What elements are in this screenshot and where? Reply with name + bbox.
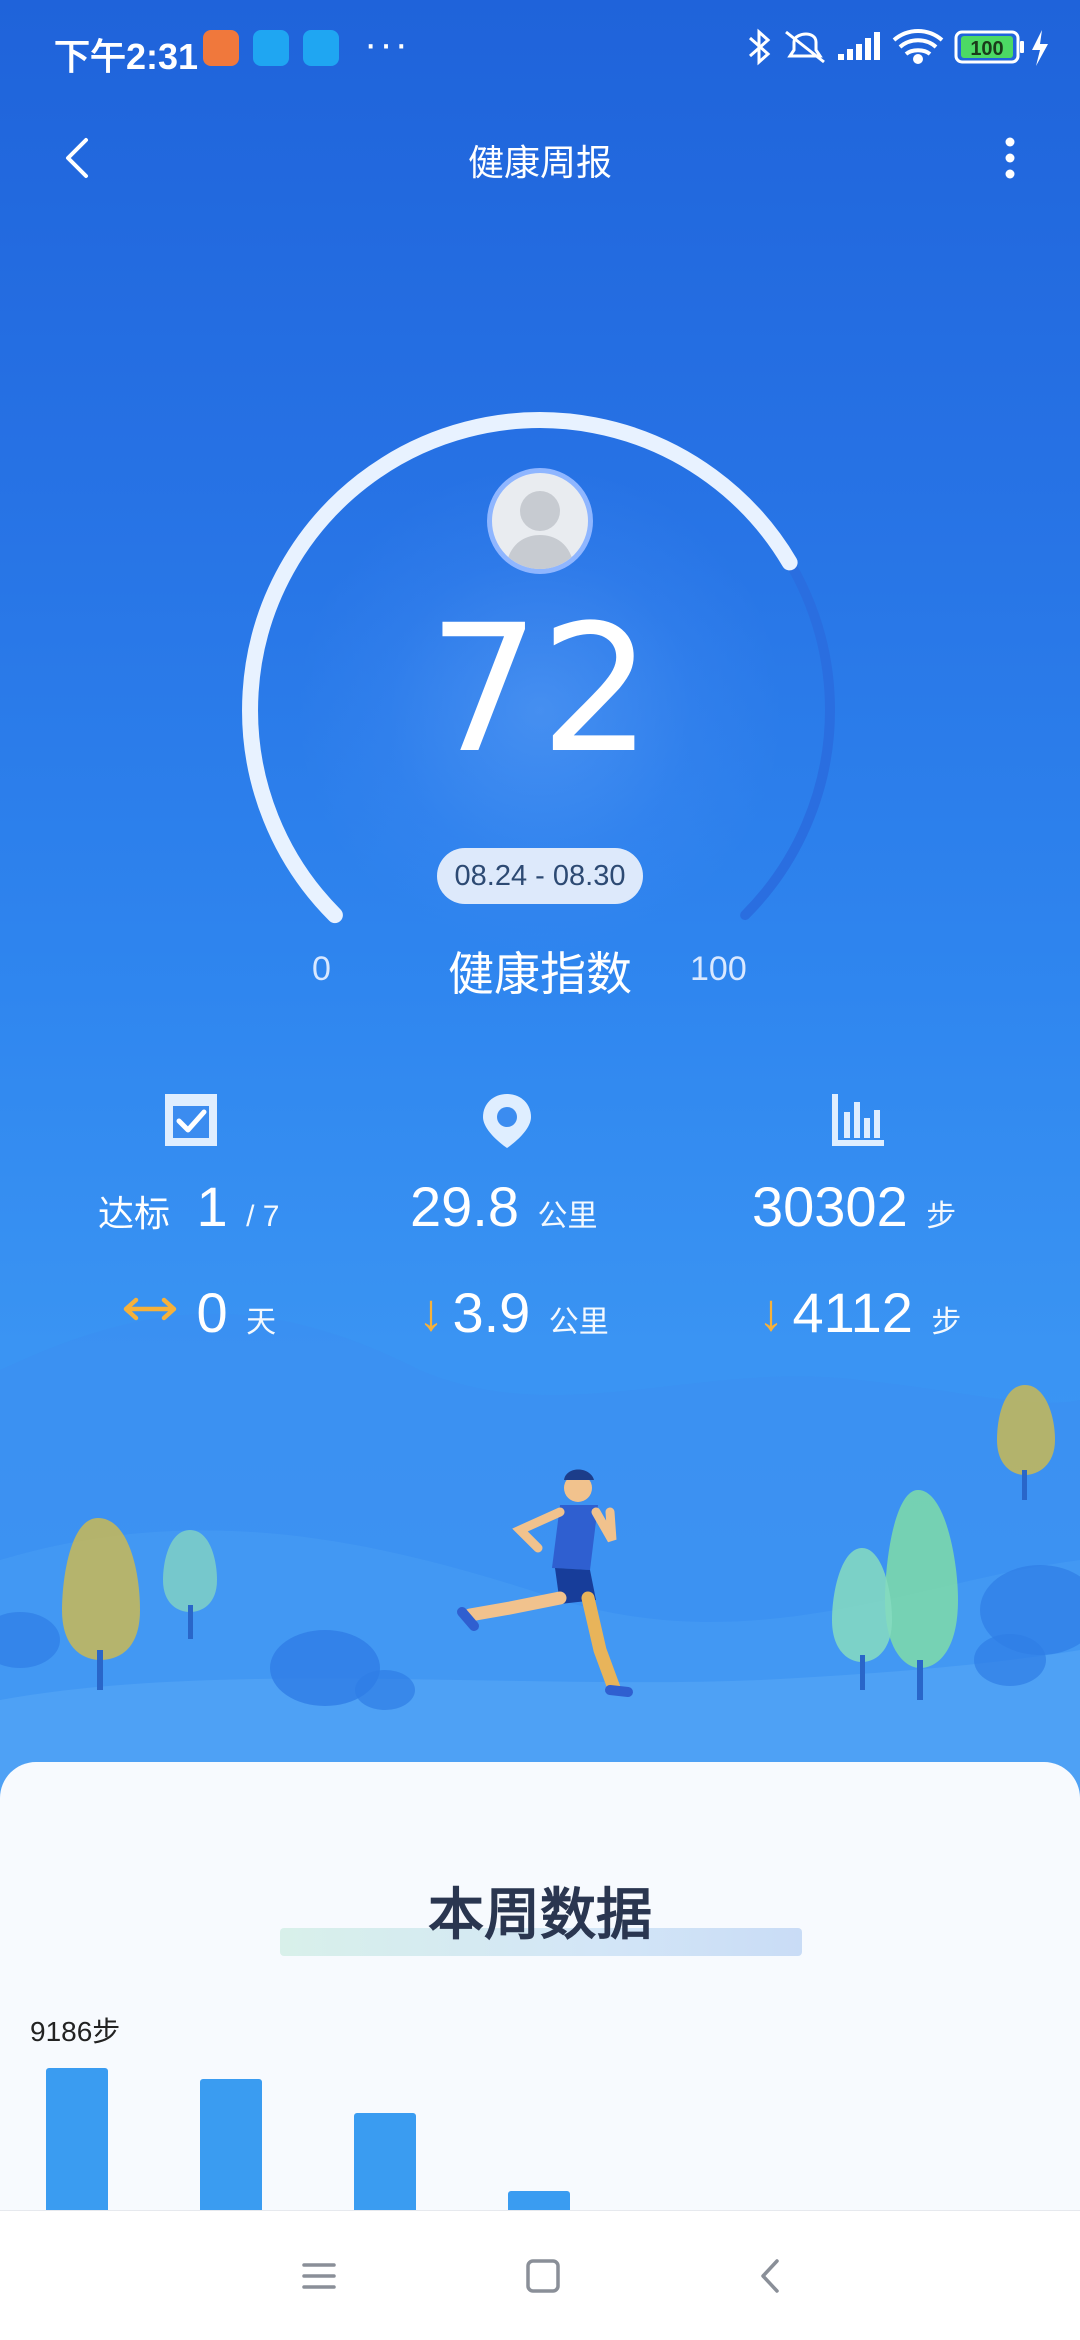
distance-change-stat: ↓ 3.9 公里 [418,1280,609,1345]
streak-value: 0 [196,1281,228,1344]
wifi-icon [892,29,944,64]
distance-change-unit: 公里 [548,1306,609,1339]
steps-value: 30302 [752,1175,908,1238]
bar-chart-icon [832,1094,884,1146]
checkbox-icon [165,1094,217,1146]
user-placeholder-icon [506,491,574,569]
goal-label: 达标 [98,1193,171,1234]
distance-stat: 29.8 公里 [410,1174,597,1239]
weekly-bar[interactable] [46,2068,108,2210]
goal-total: / 7 [246,1200,280,1233]
date-range-badge[interactable]: 08.24 - 08.30 [437,848,643,904]
weekly-bar[interactable] [508,2191,570,2210]
goal-stat: 达标 1 / 7 [98,1174,279,1239]
status-time: 下午2:31 [54,36,199,77]
location-pin-icon [483,1094,531,1148]
weekly-bar[interactable] [354,2113,416,2210]
home-square-icon [526,2259,560,2293]
goal-value: 1 [196,1175,228,1238]
signal-icon [838,32,880,60]
steps-change-stat: ↓ 4112 步 [758,1280,961,1345]
battery-icon: 100 [954,30,1024,64]
status-icons: 100 [749,28,1048,66]
mall-app-icon [203,30,239,66]
distance-value: 29.8 [410,1175,519,1238]
steps-unit: 步 [926,1200,957,1233]
gauge-max-label: 100 [690,950,747,988]
home-button[interactable] [516,2249,570,2303]
streak-stat: 0 天 [122,1280,276,1345]
mute-icon [785,30,825,64]
title-bar: 健康周报 [0,110,1080,206]
bluetooth-icon [749,28,771,66]
chevron-left-icon [761,2259,779,2293]
distance-change-value: 3.9 [452,1281,531,1344]
menu-icon [302,2263,336,2289]
steps-change-unit: 步 [931,1306,962,1339]
steps-change-value: 4112 [792,1281,913,1344]
distance-unit: 公里 [537,1200,598,1233]
avatar[interactable] [487,468,593,574]
more-vertical-icon [1005,137,1015,179]
gauge-title: 健康指数 [448,948,632,1000]
streak-unit: 天 [246,1306,277,1339]
system-back-button[interactable] [744,2249,798,2303]
hero-background: 下午2:31 ··· 100 健康周报 72 08.24 - 08.30 0 健… [0,0,1080,1800]
charging-icon [1032,30,1048,66]
weekly-title: 本周数据 [428,1883,652,1946]
more-options-button[interactable] [980,128,1040,188]
weekly-bar[interactable] [200,2079,262,2210]
steps-stat: 30302 步 [752,1174,956,1239]
chat-app-icon-2 [303,30,339,66]
horizontal-arrows-icon [123,1297,177,1321]
chat-app-icon [253,30,289,66]
system-navigation-bar [0,2210,1080,2340]
arrow-down-icon: ↓ [758,1284,784,1342]
menu-button[interactable] [292,2249,346,2303]
bar-value-label: 9186步 [30,2016,121,2047]
arrow-down-icon: ↓ [418,1284,444,1342]
battery-level-text: 100 [970,38,1003,60]
page-title: 健康周报 [467,142,612,183]
health-score: 72 [428,587,652,792]
more-notifications-icon: ··· [364,22,410,66]
status-bar: 下午2:31 ··· 100 [0,0,1080,96]
weekly-data-card: 本周数据 9186步 [0,1762,1080,2242]
